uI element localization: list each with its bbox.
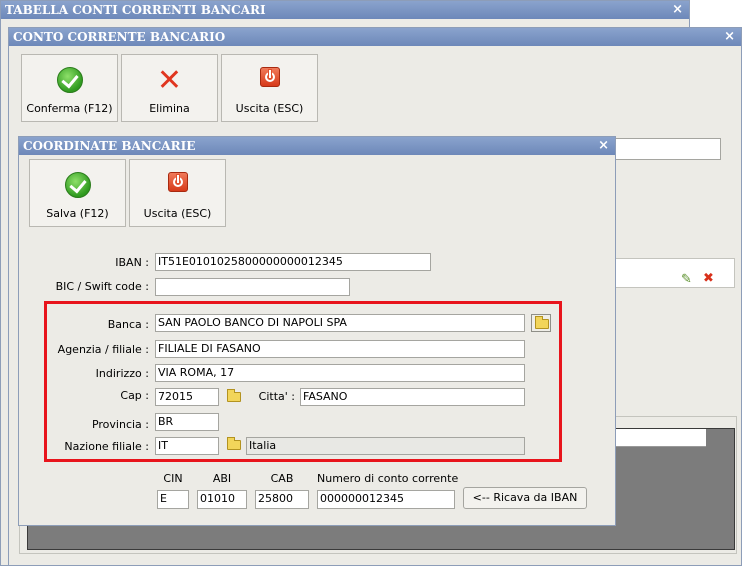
cab-field[interactable]: 25800	[255, 490, 309, 509]
exit-button-coordinate[interactable]: Uscita (ESC)	[129, 159, 226, 227]
delete-button-label: Elimina	[149, 102, 190, 115]
iban-label: IBAN :	[115, 256, 149, 269]
cin-header: CIN	[163, 472, 183, 485]
window-tabella-close-icon[interactable]: ×	[672, 1, 683, 19]
power-icon	[259, 67, 280, 87]
delete-button[interactable]: ✕ Elimina	[121, 54, 218, 122]
abi-header: ABI	[212, 472, 232, 485]
agenzia-label: Agenzia / filiale :	[57, 343, 149, 356]
save-button[interactable]: Salva (F12)	[29, 159, 126, 227]
cin-field[interactable]: E	[157, 490, 189, 509]
window-conto-close-icon[interactable]: ×	[724, 28, 735, 46]
dialog-coordinate-title: COORDINATE BANCARIE	[23, 139, 196, 153]
check-icon	[56, 67, 83, 93]
cap-field[interactable]: 72015	[155, 388, 219, 406]
window-conto-titlebar[interactable]: CONTO CORRENTE BANCARIO	[9, 28, 741, 46]
conto-background-field[interactable]	[609, 138, 721, 160]
confirm-button-label: Conferma (F12)	[26, 102, 113, 115]
banca-lookup-folder-icon[interactable]	[531, 314, 551, 332]
edit-pencil-icon[interactable]: ✎	[681, 272, 692, 287]
iban-field[interactable]: IT51E0101025800000000012345	[155, 253, 431, 271]
nazione-name-field: Italia	[246, 437, 525, 455]
indirizzo-field[interactable]: VIA ROMA, 17	[155, 364, 525, 382]
delete-x-icon: ✕	[156, 63, 183, 98]
citta-field[interactable]: FASANO	[300, 388, 525, 406]
conto-list-panel	[609, 258, 735, 288]
banca-field[interactable]: SAN PAOLO BANCO DI NAPOLI SPA	[155, 314, 525, 332]
window-conto-title: CONTO CORRENTE BANCARIO	[13, 30, 226, 44]
indirizzo-label: Indirizzo :	[95, 367, 149, 380]
nazione-code-field[interactable]: IT	[155, 437, 219, 455]
dialog-coordinate-titlebar[interactable]: COORDINATE BANCARIE	[19, 137, 615, 155]
window-tabella-title: TABELLA CONTI CORRENTI BANCARI	[5, 3, 266, 17]
window-tabella-titlebar[interactable]: TABELLA CONTI CORRENTI BANCARI	[1, 1, 689, 19]
ricava-da-iban-button[interactable]: <-- Ricava da IBAN	[463, 487, 587, 509]
cab-header: CAB	[270, 472, 294, 485]
exit-button-conto[interactable]: Uscita (ESC)	[221, 54, 318, 122]
agenzia-field[interactable]: FILIALE DI FASANO	[155, 340, 525, 358]
exit-button-conto-label: Uscita (ESC)	[235, 102, 304, 115]
dialog-coordinate-bancarie: COORDINATE BANCARIE × Salva (F12) Uscita…	[18, 136, 616, 526]
citta-label: Citta' :	[258, 390, 295, 403]
provincia-field[interactable]: BR	[155, 413, 219, 431]
abi-field[interactable]: 01010	[197, 490, 247, 509]
banca-label: Banca :	[107, 318, 149, 331]
dialog-coordinate-close-icon[interactable]: ×	[598, 137, 609, 155]
save-button-label: Salva (F12)	[46, 207, 109, 220]
bic-field[interactable]	[155, 278, 350, 296]
remove-x-icon[interactable]: ✖	[703, 271, 714, 286]
bic-label: BIC / Swift code :	[55, 280, 149, 293]
provincia-label: Provincia :	[91, 418, 149, 431]
power-icon	[167, 172, 188, 192]
conto-header: Numero di conto corrente	[317, 472, 459, 485]
check-icon	[64, 172, 91, 198]
confirm-button[interactable]: Conferma (F12)	[21, 54, 118, 122]
cap-label: Cap :	[120, 389, 149, 402]
exit-button-coordinate-label: Uscita (ESC)	[143, 207, 212, 220]
nazione-label: Nazione filiale :	[64, 440, 149, 453]
conto-number-field[interactable]: 000000012345	[317, 490, 455, 509]
nazione-lookup-folder-icon[interactable]	[224, 436, 244, 454]
cap-lookup-folder-icon[interactable]	[224, 388, 244, 406]
